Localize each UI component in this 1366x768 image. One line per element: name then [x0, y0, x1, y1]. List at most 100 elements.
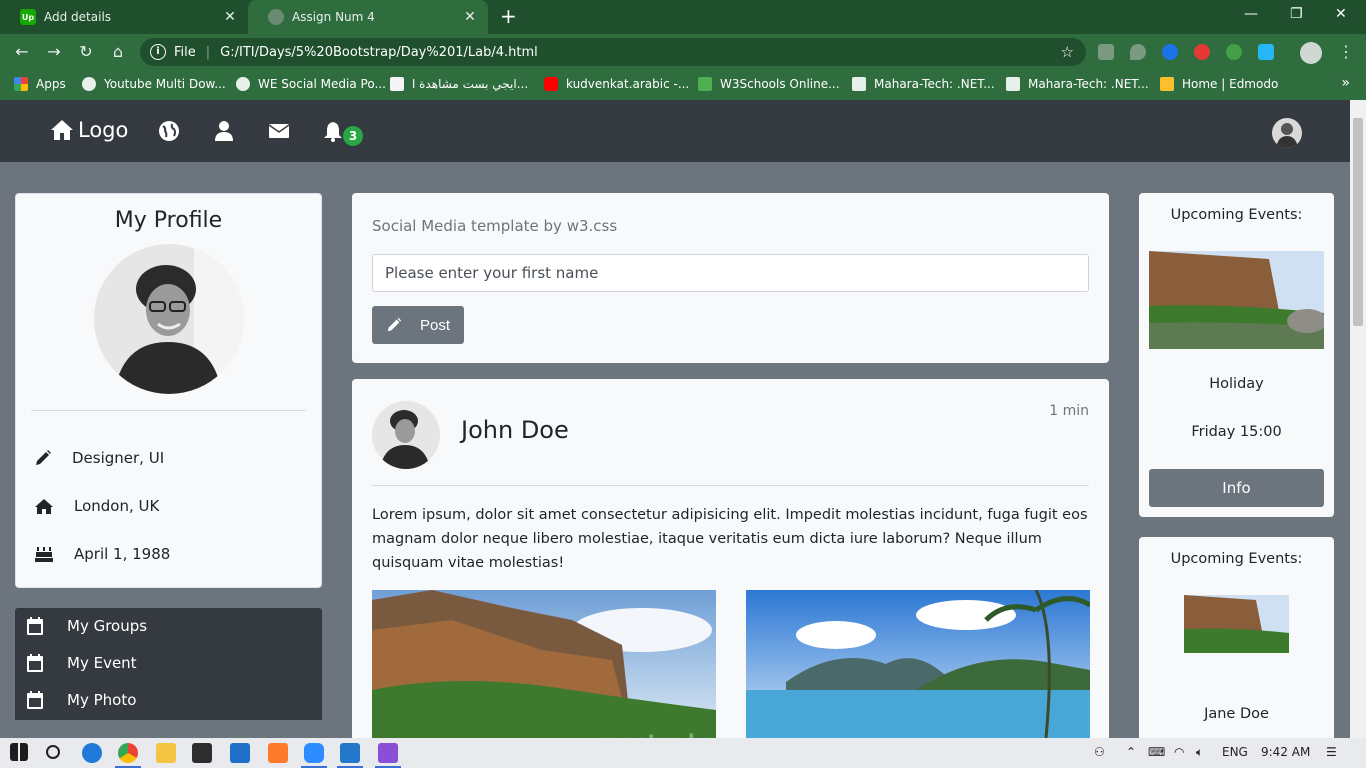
post-button[interactable]: Post	[372, 306, 464, 344]
calendar-icon	[27, 691, 43, 709]
menu-item-my-event[interactable]: My Event	[27, 654, 137, 672]
globe-icon	[236, 77, 250, 91]
globe-favicon-icon	[268, 9, 284, 25]
envelope-icon[interactable]	[268, 120, 290, 142]
event-title: Upcoming Events:	[1139, 551, 1334, 567]
home-icon	[34, 498, 54, 515]
first-name-input[interactable]	[372, 254, 1089, 292]
upwork-favicon-icon: Up	[20, 9, 36, 25]
file-explorer-icon[interactable]	[156, 743, 176, 763]
island-landscape-icon	[746, 590, 1090, 738]
menu-item-my-photo[interactable]: My Photo	[27, 691, 136, 709]
notification-center-icon[interactable]: ☰	[1326, 745, 1337, 759]
feed-post: John Doe 1 min Lorem ipsum, dolor sit am…	[352, 379, 1109, 738]
clock[interactable]: 9:42 AM	[1261, 745, 1310, 759]
maximize-icon[interactable]: ❐	[1290, 6, 1303, 22]
omnibox[interactable]: i File | G:/ITI/Days/5%20Bootstrap/Day%2…	[140, 38, 1086, 66]
chevron-up-icon[interactable]: ⌃	[1126, 745, 1136, 759]
windows-taskbar: ⚇ ⌃ ⌨ ◠ 🔈︎ ENG 9:42 AM ☰	[0, 738, 1366, 768]
url-text[interactable]: G:/ITI/Days/5%20Bootstrap/Day%201/Lab/4.…	[220, 45, 1060, 60]
bell-icon[interactable]	[322, 120, 344, 142]
birthday-cake-icon	[34, 545, 54, 563]
visual-studio-icon[interactable]	[378, 743, 398, 763]
post-author-avatar	[372, 401, 440, 469]
bookmark-item[interactable]: Youtube Multi Dow...	[82, 77, 226, 91]
adblock-icon[interactable]	[1194, 44, 1210, 60]
pdf-extension-icon[interactable]	[1098, 44, 1114, 60]
profile-avatar	[94, 244, 244, 394]
pencil-icon	[34, 449, 52, 467]
minimize-icon[interactable]: —	[1244, 6, 1258, 22]
profile-birthday: April 1, 1988	[74, 545, 170, 563]
apps-grid-icon	[14, 77, 28, 91]
profile-avatar-icon[interactable]	[1300, 42, 1322, 64]
cliff-landscape-icon	[1184, 595, 1289, 653]
post-image-cliffs	[372, 590, 716, 738]
event-card-holiday: Upcoming Events: Holiday Friday 15:00 In…	[1139, 193, 1334, 517]
tab-add-details[interactable]: Up Add details ✕	[0, 0, 248, 34]
post-composer: Social Media template by w3.css Post	[352, 193, 1109, 363]
user-icon[interactable]	[213, 120, 235, 142]
people-icon[interactable]: ⚇	[1094, 745, 1105, 759]
tab-assign-num-4[interactable]: Assign Num 4 ✕	[248, 0, 488, 34]
bookmark-item[interactable]: ايجي بست مشاهدة ا...	[390, 77, 528, 91]
bookmark-item[interactable]: WE Social Media Po...	[236, 77, 386, 91]
tab-title: Add details	[44, 10, 222, 24]
notification-badge: 3	[343, 126, 363, 146]
cliff-landscape-icon	[372, 590, 716, 738]
menu-item-my-groups[interactable]: My Groups	[27, 617, 147, 635]
store-icon[interactable]	[192, 743, 212, 763]
profile-job: Designer, UI	[72, 449, 164, 467]
event-title: Upcoming Events:	[1139, 207, 1334, 223]
calendar-icon	[27, 654, 43, 672]
page-scrollbar[interactable]	[1350, 100, 1366, 738]
location-extension-icon[interactable]	[1130, 44, 1146, 60]
zoom-icon[interactable]	[304, 743, 324, 763]
edge-icon[interactable]	[82, 743, 102, 763]
profile-info-location: London, UK	[34, 497, 159, 515]
event-card-jane: Upcoming Events: Jane Doe	[1139, 537, 1334, 738]
menu-dots-icon[interactable]: ⋮	[1336, 42, 1356, 62]
forward-icon[interactable]: →	[44, 42, 64, 62]
nav-logo-link[interactable]: Logo	[50, 118, 128, 142]
bookmark-item[interactable]: W3Schools Online...	[698, 77, 840, 91]
event-name: Holiday	[1139, 376, 1334, 392]
extension-sync-icon[interactable]	[1258, 44, 1274, 60]
event-info-button[interactable]: Info	[1149, 469, 1324, 507]
brave-icon[interactable]	[268, 743, 288, 763]
bookmark-apps[interactable]: Apps	[14, 77, 66, 91]
info-icon[interactable]: i	[150, 44, 166, 60]
home-icon[interactable]: ⌂	[108, 42, 128, 62]
scrollbar-thumb[interactable]	[1353, 118, 1363, 326]
wifi-icon[interactable]: ◠	[1174, 745, 1184, 759]
new-tab-icon[interactable]: +	[500, 6, 517, 26]
globe-icon[interactable]	[158, 120, 180, 142]
close-tab-icon[interactable]: ✕	[462, 9, 478, 25]
bookmark-item[interactable]: kudvenkat.arabic -...	[544, 77, 689, 91]
bookmark-item[interactable]: Home | Edmodo	[1160, 77, 1278, 91]
volume-icon[interactable]: 🔈︎	[1196, 745, 1203, 760]
extension-blue-icon[interactable]	[1162, 44, 1178, 60]
window-close-icon[interactable]: ✕	[1335, 6, 1347, 22]
composer-subtitle: Social Media template by w3.css	[372, 217, 617, 235]
egybest-icon	[390, 77, 404, 91]
windows-start-icon[interactable]	[10, 743, 28, 761]
event-image	[1149, 251, 1324, 349]
back-icon[interactable]: ←	[12, 42, 32, 62]
bookmark-item[interactable]: Mahara-Tech: .NET...	[852, 77, 995, 91]
bookmark-star-icon[interactable]: ☆	[1061, 43, 1074, 61]
cliff-landscape-icon	[1149, 251, 1324, 349]
chrome-icon[interactable]	[118, 743, 138, 763]
keyboard-icon[interactable]: ⌨	[1148, 745, 1165, 759]
search-icon[interactable]	[46, 745, 60, 759]
nav-avatar[interactable]	[1272, 118, 1302, 148]
close-tab-icon[interactable]: ✕	[222, 9, 238, 25]
language-indicator[interactable]: ENG	[1222, 745, 1248, 759]
author-photo-icon	[372, 401, 440, 469]
extension-globe-icon[interactable]	[1226, 44, 1242, 60]
mail-icon[interactable]	[230, 743, 250, 763]
reload-icon[interactable]: ↻	[76, 42, 96, 62]
bookmark-item[interactable]: Mahara-Tech: .NET...	[1006, 77, 1149, 91]
more-bookmarks-icon[interactable]: »	[1341, 75, 1350, 91]
vscode-icon[interactable]	[340, 743, 360, 763]
